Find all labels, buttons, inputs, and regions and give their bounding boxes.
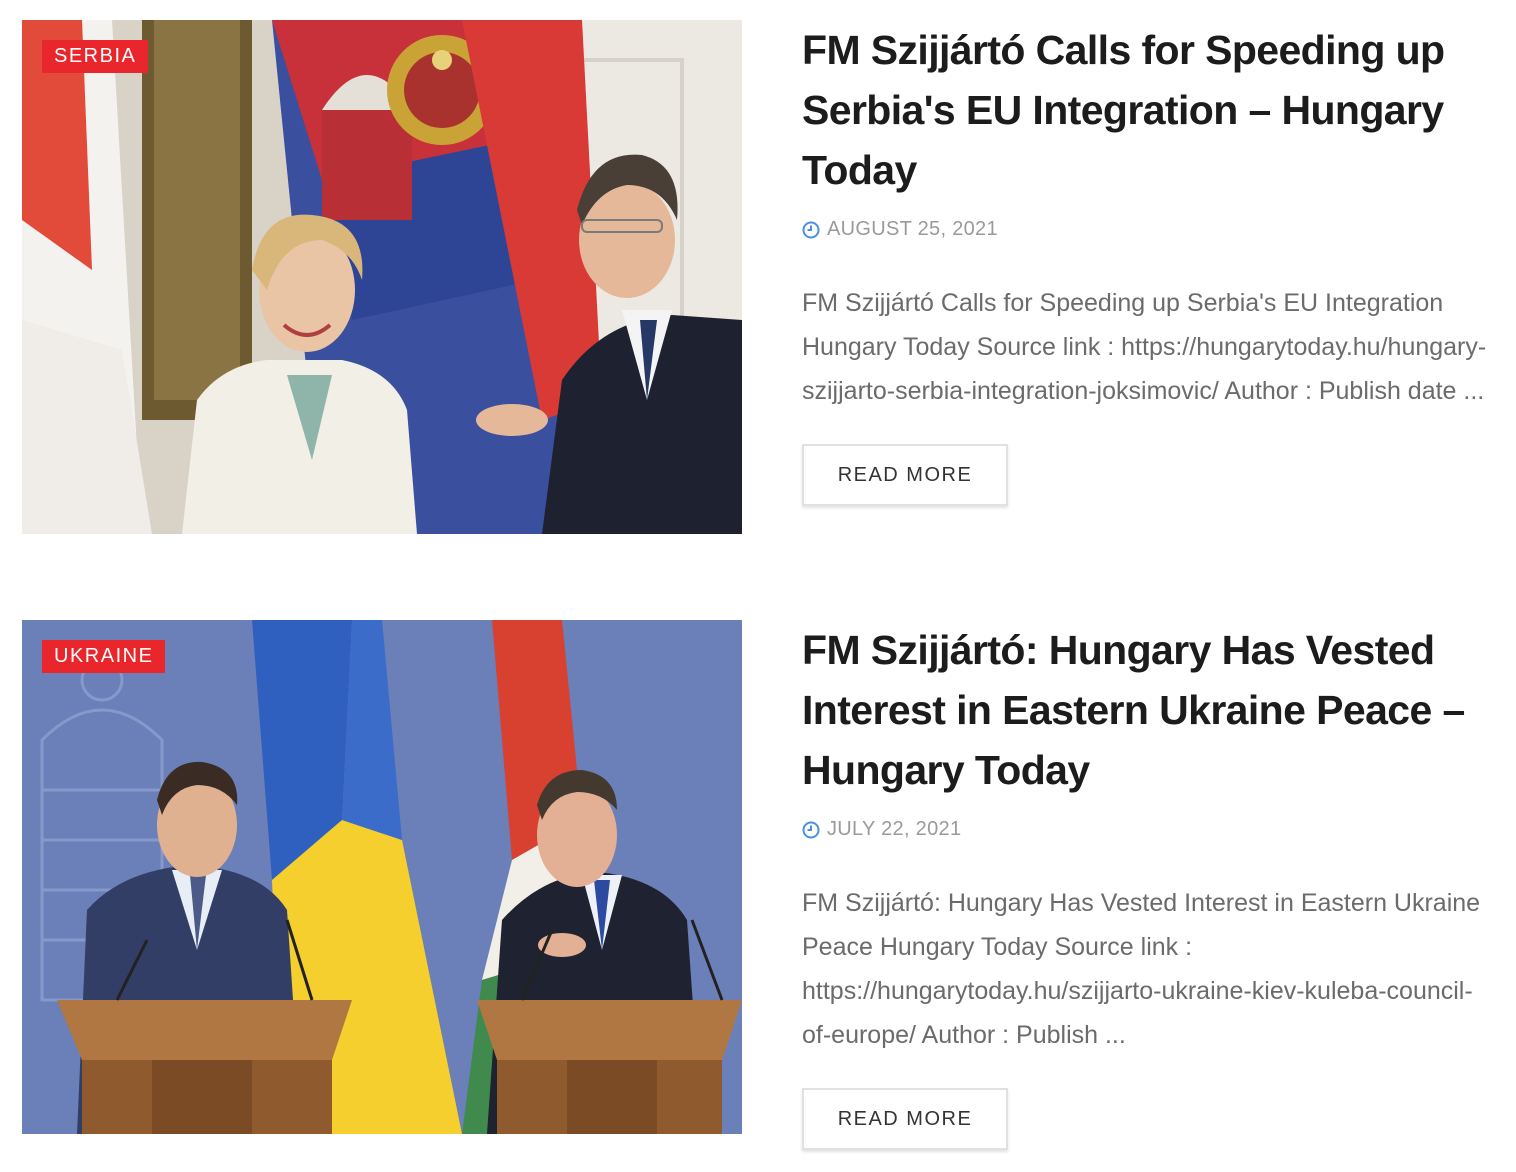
post-meta: AUGUST 25, 2021 bbox=[802, 218, 1492, 241]
post-card: SERBIA FM Szijjártó Calls for Speeding u… bbox=[22, 20, 1502, 560]
category-badge[interactable]: SERBIA bbox=[42, 40, 149, 73]
post-thumbnail[interactable]: UKRAINE bbox=[22, 620, 742, 1134]
post-date: JULY 22, 2021 bbox=[827, 818, 962, 840]
category-badge[interactable]: UKRAINE bbox=[42, 640, 166, 673]
post-image bbox=[22, 620, 742, 1134]
post-excerpt: FM Szijjártó: Hungary Has Vested Interes… bbox=[802, 889, 1481, 1049]
clock-icon bbox=[802, 221, 820, 238]
post-title[interactable]: FM Szijjártó: Hungary Has Vested Interes… bbox=[802, 620, 1492, 800]
post-image bbox=[22, 20, 742, 534]
read-more-button[interactable]: READ MORE bbox=[802, 444, 1008, 506]
clock-icon bbox=[802, 821, 820, 838]
post-excerpt: FM Szijjártó Calls for Speeding up Serbi… bbox=[802, 289, 1487, 405]
read-more-button[interactable]: READ MORE bbox=[802, 1088, 1008, 1150]
post-content: FM Szijjártó: Hungary Has Vested Interes… bbox=[802, 620, 1492, 1150]
post-date: AUGUST 25, 2021 bbox=[827, 218, 998, 240]
post-title[interactable]: FM Szijjártó Calls for Speeding up Serbi… bbox=[802, 20, 1492, 200]
post-meta: JULY 22, 2021 bbox=[802, 818, 1492, 841]
post-content: FM Szijjártó Calls for Speeding up Serbi… bbox=[802, 20, 1492, 506]
post-card: UKRAINE FM Szijjártó: Hungary Has Vested… bbox=[22, 620, 1502, 1160]
post-thumbnail[interactable]: SERBIA bbox=[22, 20, 742, 534]
